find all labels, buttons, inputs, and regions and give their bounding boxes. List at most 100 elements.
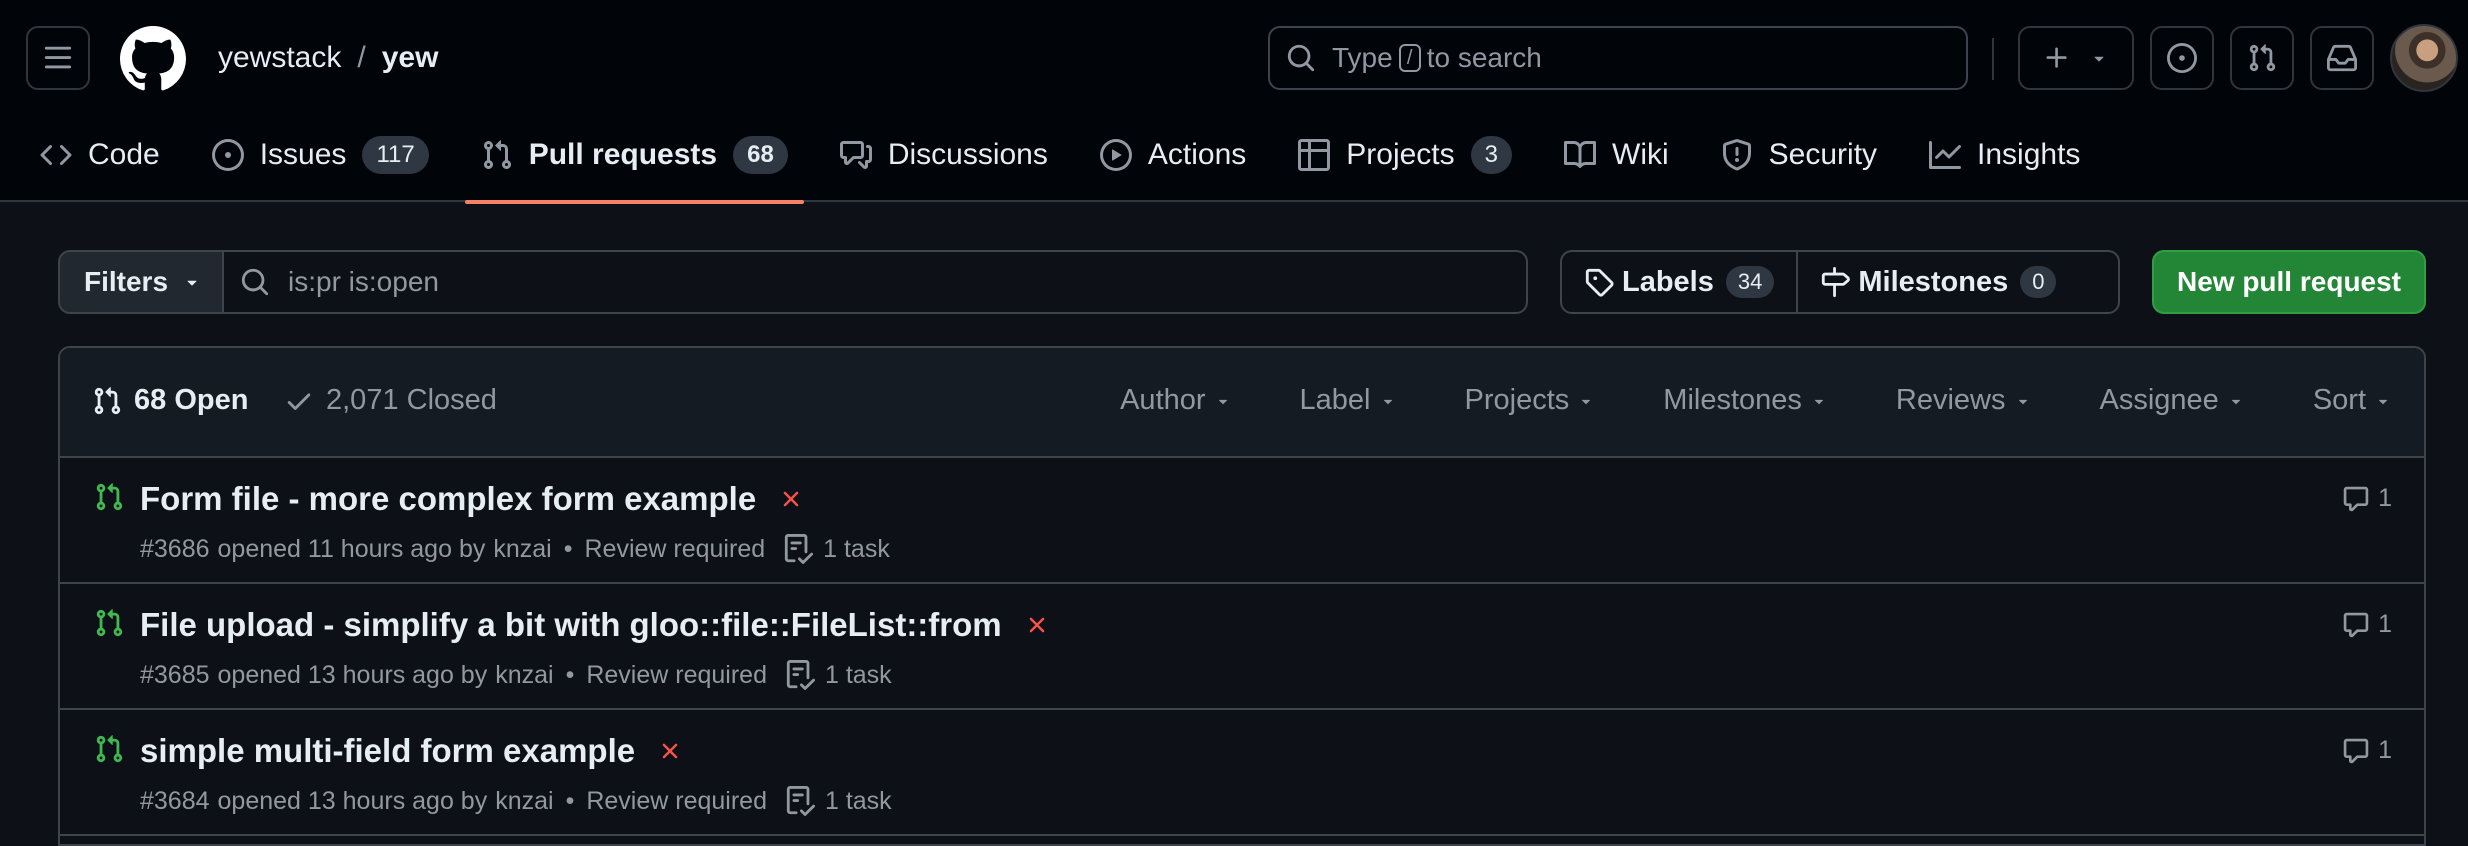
pr-search-query: is:pr is:open [288, 266, 439, 297]
checklist-icon [786, 660, 815, 690]
table-icon [1298, 139, 1331, 171]
owner-link[interactable]: yewstack [218, 38, 341, 78]
caret-down-icon [2231, 399, 2240, 404]
checks-failed-icon[interactable] [778, 486, 804, 512]
milestones-filter-label: Milestones [1663, 384, 1802, 416]
meta-separator: • [565, 660, 575, 689]
list-header: 68 Open 2,071 Closed Author Label Projec… [60, 348, 2424, 458]
pull-request-row[interactable]: Form file - more complex form example #3… [60, 458, 2424, 584]
tab-projects-count: 3 [1470, 136, 1512, 174]
milestones-button[interactable]: Milestones 0 [1796, 252, 2078, 312]
checklist-icon [785, 534, 814, 564]
labels-milestones-group: Labels 34 Milestones 0 [1560, 250, 2120, 314]
reviews-filter[interactable]: Reviews [1896, 384, 2032, 417]
your-pull-requests-button[interactable] [2230, 26, 2294, 90]
milestones-filter[interactable]: Milestones [1663, 384, 1828, 417]
comment-count: 1 [2378, 736, 2392, 764]
tab-issues[interactable]: Issues 117 [211, 130, 429, 180]
header-divider [1992, 38, 1994, 80]
pull-request-author[interactable]: knzai [493, 535, 551, 564]
comment-count-link[interactable]: 1 [2342, 610, 2392, 639]
sort-filter-label: Sort [2312, 384, 2366, 416]
pull-request-opened: opened 13 hours ago by [217, 786, 488, 815]
checks-failed-icon[interactable] [657, 738, 683, 764]
new-pull-request-button[interactable]: New pull request [2152, 250, 2426, 314]
filters-button[interactable]: Filters [58, 250, 224, 314]
pull-request-icon [2249, 44, 2276, 72]
pull-request-row[interactable]: simple multi-field form example #3684 op… [60, 710, 2424, 836]
milestones-count: 0 [2020, 266, 2057, 298]
caret-down-icon [2018, 399, 2027, 404]
review-status[interactable]: Review required [586, 661, 767, 690]
shield-icon [1722, 139, 1751, 171]
pull-request-meta: #3686 opened 11 hours ago by knzai • Rev… [140, 534, 890, 564]
notifications-button[interactable] [2310, 26, 2374, 90]
global-search[interactable]: Type / to search [1268, 26, 1968, 90]
list-filters: Author Label Projects Milestones Reviews… [1052, 384, 2392, 417]
tab-actions-label: Actions [1147, 138, 1247, 171]
tab-security[interactable]: Security [1721, 130, 1877, 180]
tab-discussions-label: Discussions [887, 138, 1048, 171]
pull-request-title-line: Form file - more complex form example [140, 480, 804, 518]
sort-filter[interactable]: Sort [2313, 384, 2392, 417]
github-logo-icon[interactable] [120, 26, 186, 92]
projects-filter[interactable]: Projects [1465, 384, 1596, 417]
task-count: 1 task [824, 786, 892, 815]
labels-button[interactable]: Labels 34 [1562, 252, 1796, 312]
tab-discussions[interactable]: Discussions [839, 130, 1048, 180]
create-new-button[interactable] [2018, 26, 2134, 90]
task-progress[interactable]: 1 task [785, 660, 892, 690]
issue-icon [211, 139, 244, 171]
pr-search-input[interactable]: is:pr is:open [222, 250, 1528, 314]
closed-filter-link[interactable]: 2,071 Closed [284, 384, 497, 417]
pull-request-number: #3684 [140, 786, 210, 815]
breadcrumb-separator: / [357, 41, 366, 74]
repo-tabs: Code Issues 117 Pull requests 68 Discuss… [40, 130, 2132, 204]
review-status[interactable]: Review required [584, 535, 765, 564]
caret-down-icon [187, 280, 197, 286]
pull-request-meta: #3684 opened 13 hours ago by knzai • Rev… [140, 786, 892, 816]
tab-actions[interactable]: Actions [1099, 130, 1247, 180]
tab-projects-label: Projects [1346, 138, 1455, 171]
task-progress[interactable]: 1 task [783, 534, 890, 564]
tab-wiki[interactable]: Wiki [1564, 130, 1669, 180]
label-filter-label: Label [1299, 384, 1371, 416]
open-filter-link[interactable]: 68 Open [92, 384, 248, 417]
open-count-label: 68 Open [134, 384, 249, 416]
comment-count-link[interactable]: 1 [2342, 484, 2392, 513]
pull-request-row[interactable]: File upload - simplify a bit with gloo::… [60, 584, 2424, 710]
tab-projects[interactable]: Projects 3 [1298, 130, 1512, 180]
pull-request-title[interactable]: Form file - more complex form example [140, 480, 756, 518]
your-issues-button[interactable] [2150, 26, 2214, 90]
comment-count-link[interactable]: 1 [2342, 736, 2392, 765]
repo-link[interactable]: yew [382, 38, 439, 78]
search-placeholder-suffix: to search [1426, 42, 1542, 73]
pull-request-author[interactable]: knzai [495, 661, 553, 690]
author-filter[interactable]: Author [1120, 384, 1231, 417]
pull-request-title[interactable]: File upload - simplify a bit with gloo::… [140, 606, 1002, 644]
search-icon [241, 268, 269, 296]
labels-label: Labels [1622, 265, 1714, 298]
search-icon [1287, 44, 1315, 72]
label-filter[interactable]: Label [1300, 384, 1397, 417]
checklist-icon [786, 786, 815, 816]
tab-insights[interactable]: Insights [1929, 130, 2080, 180]
task-progress[interactable]: 1 task [785, 786, 892, 816]
assignee-filter[interactable]: Assignee [2100, 384, 2245, 417]
user-avatar[interactable] [2390, 24, 2458, 92]
pull-request-list: 68 Open 2,071 Closed Author Label Projec… [58, 346, 2426, 846]
tab-code[interactable]: Code [40, 130, 160, 180]
pull-request-title[interactable]: simple multi-field form example [140, 732, 635, 770]
open-pull-request-icon [96, 735, 123, 763]
checks-failed-icon[interactable] [1024, 612, 1050, 638]
meta-separator: • [565, 786, 575, 815]
tab-pull-requests[interactable]: Pull requests 68 [464, 130, 804, 204]
assignee-filter-label: Assignee [2099, 384, 2219, 416]
discussions-icon [839, 141, 872, 169]
tab-wiki-label: Wiki [1612, 138, 1669, 171]
pull-request-author[interactable]: knzai [495, 787, 553, 816]
review-status[interactable]: Review required [586, 787, 767, 816]
labels-count: 34 [1725, 266, 1775, 298]
open-pull-request-icon [96, 609, 123, 637]
menu-button[interactable] [26, 26, 90, 90]
